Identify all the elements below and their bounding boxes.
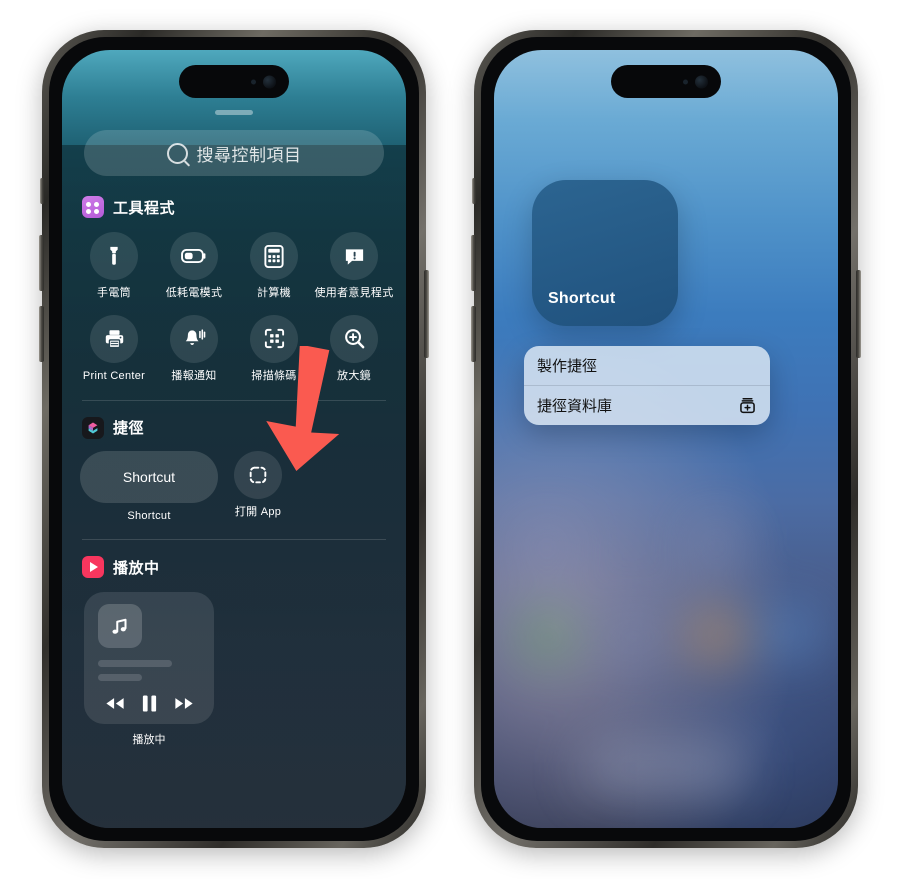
context-menu: 製作捷徑 捷徑資料庫 xyxy=(524,346,770,425)
annotation-arrow xyxy=(266,346,340,472)
shortcut-tile[interactable]: Shortcut xyxy=(80,450,218,503)
left-phone-device: 搜尋控制項目 工具程式 手電筒 低耗電模式 計算機 使用者意見程式 Print … xyxy=(39,30,429,848)
utilities-grid-icon xyxy=(82,196,104,218)
track-artist-placeholder xyxy=(98,674,142,682)
dynamic-island-right xyxy=(611,65,721,98)
dynamic-island xyxy=(179,65,289,98)
menu-item-create-shortcut[interactable]: 製作捷徑 xyxy=(524,346,770,385)
mute-switch[interactable] xyxy=(40,178,44,204)
screenshot-stage: 搜尋控制項目 工具程式 手電筒 低耗電模式 計算機 使用者意見程式 Print … xyxy=(0,0,900,879)
now-playing-card[interactable] xyxy=(84,592,214,725)
control-calculator[interactable]: 計算機 xyxy=(234,232,314,301)
add-to-library-icon xyxy=(740,398,755,414)
front-camera-icon-right xyxy=(695,75,708,88)
control-print-center[interactable]: Print Center xyxy=(74,314,154,384)
power-button-right[interactable] xyxy=(856,270,861,358)
pause-icon[interactable] xyxy=(141,694,158,713)
calculator-icon xyxy=(264,244,284,268)
section-header-utilities: 工具程式 xyxy=(62,194,406,220)
control-flashlight[interactable]: 手電筒 xyxy=(74,232,154,301)
right-phone-device: Shortcut 製作捷徑 捷徑資料庫 xyxy=(471,30,861,848)
battery-low-power-icon xyxy=(181,248,206,264)
printer-icon xyxy=(105,330,123,349)
volume-down-button-right[interactable] xyxy=(471,306,476,362)
control-center-scroll[interactable]: 工具程式 手電筒 低耗電模式 計算機 使用者意見程式 Print Center … xyxy=(62,178,406,828)
control-shortcut-widget[interactable]: Shortcut Shortcut xyxy=(80,450,218,524)
transport-controls xyxy=(84,694,214,713)
shortcuts-app-icon xyxy=(82,416,104,439)
control-center-screen: 搜尋控制項目 工具程式 手電筒 低耗電模式 計算機 使用者意見程式 Print … xyxy=(62,50,406,828)
feedback-icon xyxy=(345,248,363,265)
music-note-icon xyxy=(112,619,127,635)
mute-switch-right[interactable] xyxy=(472,178,476,204)
front-camera-icon xyxy=(263,75,276,88)
control-announce-notifications[interactable]: 播報通知 xyxy=(154,314,234,384)
section-title-utilities: 工具程式 xyxy=(113,199,176,217)
sheet-grabber[interactable] xyxy=(215,110,253,115)
album-artwork-placeholder xyxy=(98,604,142,649)
control-feedback[interactable]: 使用者意見程式 xyxy=(314,232,394,301)
left-phone-bezel: 搜尋控制項目 工具程式 手電筒 低耗電模式 計算機 使用者意見程式 Print … xyxy=(49,37,419,841)
section-header-now-playing: 播放中 xyxy=(62,554,406,580)
now-playing-icon xyxy=(82,556,104,579)
now-playing-card-label: 播放中 xyxy=(132,734,166,747)
menu-item-shortcuts-library[interactable]: 捷徑資料庫 xyxy=(524,386,770,425)
volume-up-button[interactable] xyxy=(39,235,44,291)
search-input[interactable]: 搜尋控制項目 xyxy=(84,130,384,176)
volume-down-button[interactable] xyxy=(39,306,44,362)
section-title-shortcuts: 捷徑 xyxy=(113,420,145,437)
announce-notifications-icon xyxy=(185,329,206,346)
track-title-placeholder xyxy=(98,660,172,668)
search-icon xyxy=(166,142,188,164)
forward-icon[interactable] xyxy=(173,696,195,711)
rewind-icon[interactable] xyxy=(104,696,126,711)
shortcut-widget[interactable]: Shortcut xyxy=(532,180,678,326)
home-screen: Shortcut 製作捷徑 捷徑資料庫 xyxy=(494,50,838,828)
control-low-power-mode[interactable]: 低耗電模式 xyxy=(154,232,234,301)
power-button[interactable] xyxy=(424,270,429,358)
utilities-row-1: 手電筒 低耗電模式 計算機 使用者意見程式 xyxy=(62,232,406,301)
blurred-app-icons xyxy=(494,50,838,828)
volume-up-button-right[interactable] xyxy=(471,235,476,291)
section-title-now-playing: 播放中 xyxy=(113,559,160,577)
section-divider-2 xyxy=(82,539,386,541)
shortcut-widget-label: Shortcut xyxy=(548,290,616,307)
flashlight-icon xyxy=(110,246,118,265)
search-placeholder: 搜尋控制項目 xyxy=(196,145,302,165)
right-phone-bezel: Shortcut 製作捷徑 捷徑資料庫 xyxy=(481,37,851,841)
